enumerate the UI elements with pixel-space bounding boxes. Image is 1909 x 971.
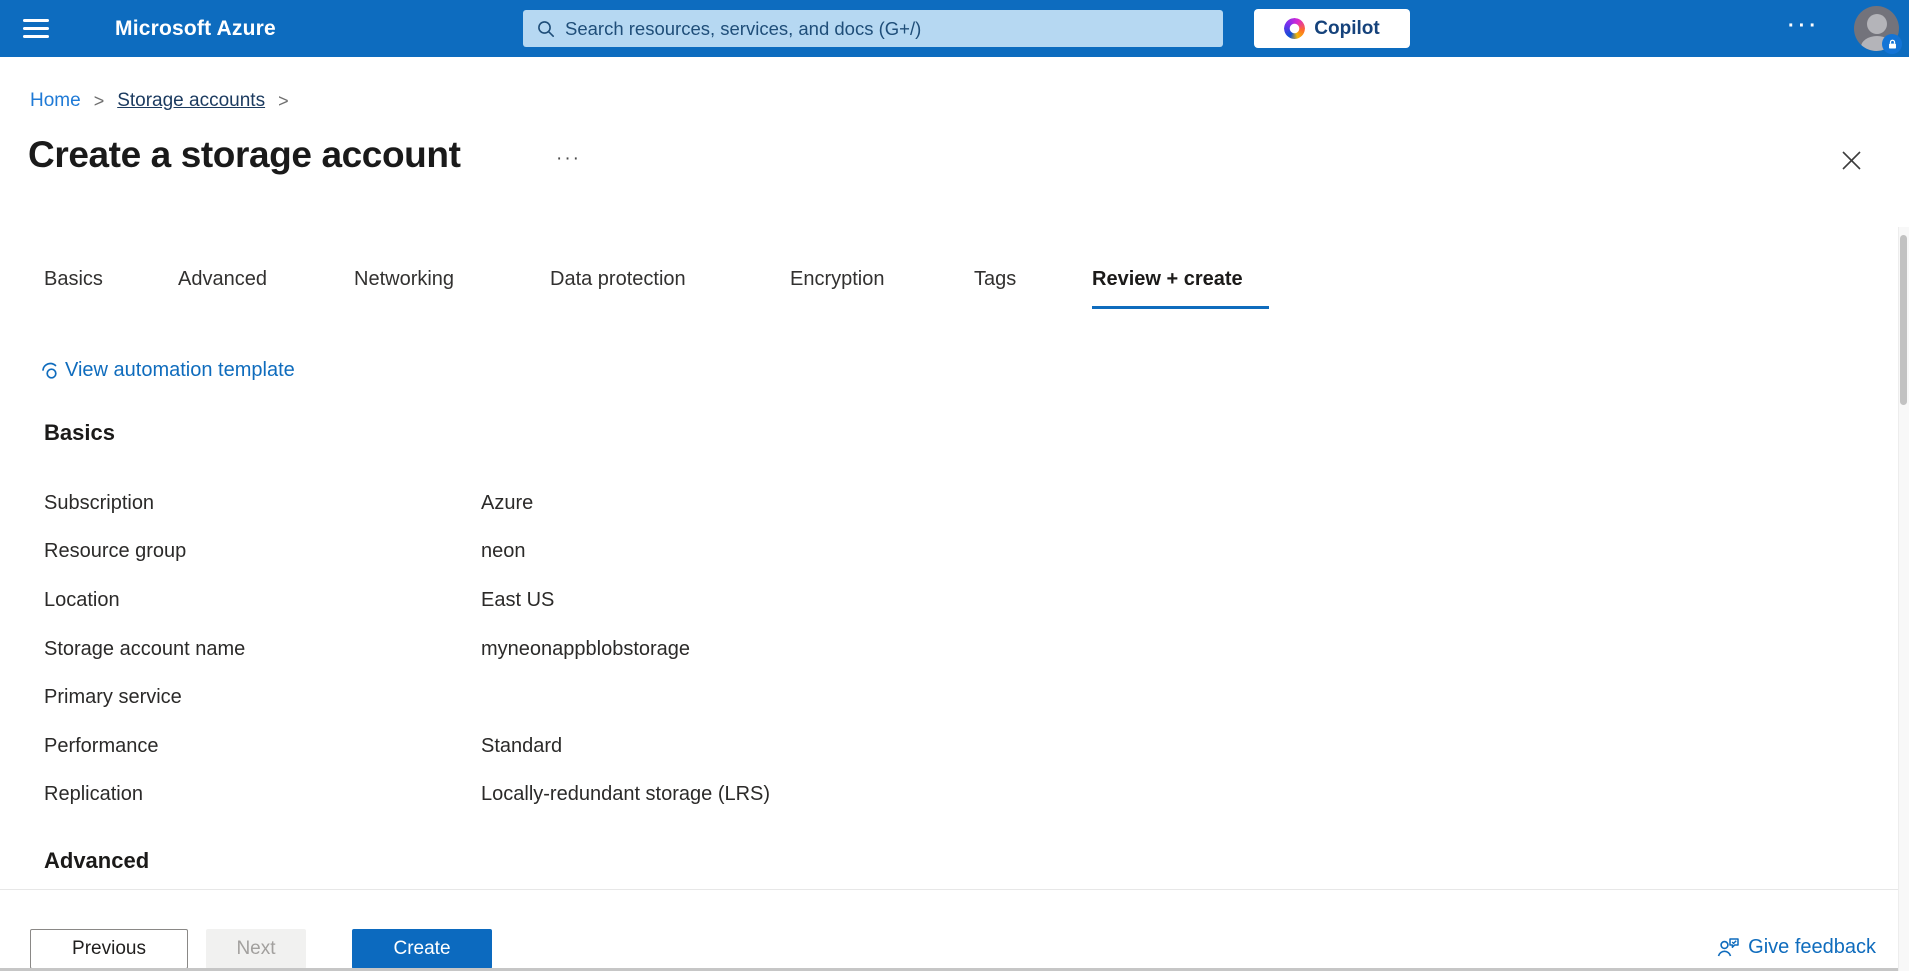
previous-button[interactable]: Previous	[30, 929, 188, 969]
feedback-icon	[1717, 937, 1740, 958]
section-heading-basics: Basics	[44, 420, 115, 446]
copilot-icon	[1284, 18, 1305, 39]
vertical-scrollbar[interactable]	[1898, 227, 1909, 971]
azure-top-bar: Microsoft Azure Copilot ···	[0, 0, 1909, 57]
global-search[interactable]	[523, 10, 1223, 47]
create-button[interactable]: Create	[352, 929, 492, 969]
section-heading-advanced: Advanced	[44, 848, 149, 874]
brand-title[interactable]: Microsoft Azure	[115, 0, 276, 57]
table-row-location: Location East US	[44, 576, 1004, 625]
title-more-icon[interactable]: ···	[556, 148, 581, 170]
tab-tags[interactable]: Tags	[974, 268, 1016, 291]
hamburger-menu-icon[interactable]	[23, 19, 49, 38]
next-button-disabled[interactable]: Next	[206, 929, 306, 969]
row-label: Resource group	[44, 540, 481, 563]
table-row-storage-account-name: Storage account name myneonappblobstorag…	[44, 625, 1004, 674]
view-automation-template-link[interactable]: View automation template	[40, 359, 295, 382]
table-row-performance: Performance Standard	[44, 722, 1004, 771]
row-label: Replication	[44, 783, 481, 806]
breadcrumb-storage-accounts-link[interactable]: Storage accounts	[117, 90, 265, 112]
tab-data-protection[interactable]: Data protection	[550, 268, 686, 291]
tab-encryption[interactable]: Encryption	[790, 268, 885, 291]
tab-advanced[interactable]: Advanced	[178, 268, 267, 291]
row-value: Azure	[481, 492, 1004, 515]
tab-review-create[interactable]: Review + create	[1092, 268, 1243, 291]
page-title: Create a storage account	[28, 134, 461, 176]
table-row-resource-group: Resource group neon	[44, 528, 1004, 577]
feedback-label: Give feedback	[1748, 936, 1876, 959]
row-label: Performance	[44, 735, 481, 758]
row-label: Storage account name	[44, 638, 481, 661]
row-value: East US	[481, 589, 1004, 612]
row-label: Subscription	[44, 492, 481, 515]
topbar-more-icon[interactable]: ···	[1788, 0, 1820, 57]
row-value: Locally-redundant storage (LRS)	[481, 783, 1004, 806]
row-label: Primary service	[44, 686, 481, 709]
row-label: Location	[44, 589, 481, 612]
basics-summary-table: Subscription Azure Resource group neon L…	[44, 479, 1004, 819]
tab-basics[interactable]: Basics	[44, 268, 103, 291]
breadcrumb-home-link[interactable]: Home	[30, 90, 81, 112]
lock-badge-icon	[1882, 34, 1902, 54]
breadcrumb-separator-icon: >	[94, 91, 105, 112]
account-avatar[interactable]	[1854, 6, 1899, 51]
row-value: neon	[481, 540, 1004, 563]
table-row-replication: Replication Locally-redundant storage (L…	[44, 771, 1004, 820]
automation-link-label: View automation template	[65, 359, 295, 382]
breadcrumb-separator-icon: >	[278, 91, 289, 112]
search-icon	[537, 20, 555, 38]
breadcrumb: Home > Storage accounts >	[30, 90, 289, 112]
scrollbar-thumb[interactable]	[1900, 235, 1907, 405]
copilot-label: Copilot	[1314, 18, 1379, 40]
wizard-footer: Previous Next Create Give feedback	[0, 889, 1909, 971]
table-row-subscription: Subscription Azure	[44, 479, 1004, 528]
active-tab-underline	[1092, 306, 1269, 309]
automation-template-icon	[40, 361, 60, 381]
copilot-button[interactable]: Copilot	[1254, 9, 1410, 48]
row-value: myneonappblobstorage	[481, 638, 1004, 661]
search-input[interactable]	[565, 18, 1209, 40]
give-feedback-link[interactable]: Give feedback	[1717, 927, 1876, 967]
wizard-tabs: Basics Advanced Networking Data protecti…	[0, 268, 1909, 310]
row-value: Standard	[481, 735, 1004, 758]
tab-networking[interactable]: Networking	[354, 268, 454, 291]
close-icon[interactable]	[1838, 147, 1865, 174]
table-row-primary-service: Primary service	[44, 673, 1004, 722]
